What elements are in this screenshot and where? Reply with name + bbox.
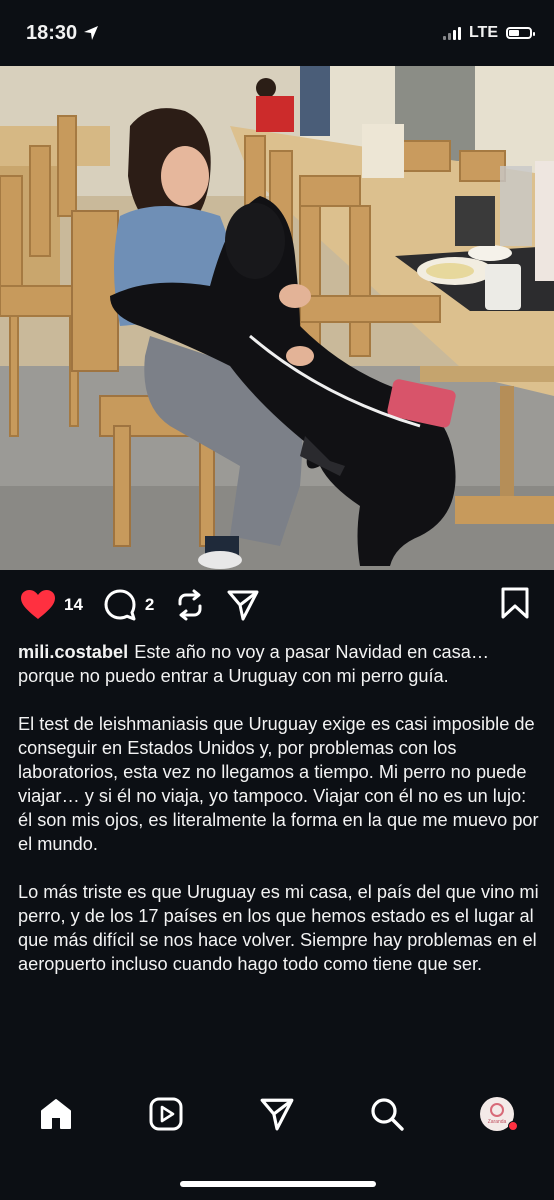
username-link[interactable]: mili.costabel — [18, 642, 128, 662]
send-icon[interactable] — [226, 588, 260, 622]
clock: 18:30 — [26, 22, 99, 45]
send-icon[interactable] — [259, 1096, 295, 1132]
caption-paragraph: mili.costabel Este año no voy a pasar Nav… — [18, 640, 540, 688]
home-indicator — [180, 1181, 376, 1187]
notification-dot — [508, 1121, 518, 1131]
comment-action: 2 — [103, 588, 154, 622]
signal-bars-icon — [442, 26, 461, 40]
caption-paragraph: Lo más triste es que Uruguay es mi casa,… — [18, 882, 539, 974]
repost-icon[interactable] — [174, 589, 206, 621]
location-arrow-icon — [84, 26, 99, 40]
like-count[interactable]: 14 — [64, 595, 83, 615]
like-action: 14 — [20, 589, 83, 621]
bookmark-icon[interactable] — [500, 586, 530, 620]
repost-action — [174, 589, 206, 621]
nav-messages[interactable] — [258, 1095, 296, 1133]
battery-icon — [506, 27, 535, 39]
status-indicators: LTE — [442, 24, 535, 42]
post-caption: mili.costabel Este año no voy a pasar Nav… — [18, 640, 540, 1000]
post-photo[interactable] — [0, 66, 554, 570]
post-photo-illustration — [0, 66, 554, 570]
nav-profile[interactable]: Zaranda — [478, 1095, 518, 1133]
nav-reels[interactable] — [147, 1095, 185, 1133]
search-icon[interactable] — [369, 1096, 405, 1132]
nav-search[interactable] — [368, 1095, 406, 1133]
avatar-text: Zaranda — [487, 1119, 507, 1125]
home-icon[interactable] — [38, 1096, 74, 1132]
reels-icon[interactable] — [148, 1096, 184, 1132]
caption-paragraph: El test de leishmaniasis que Uruguay exi… — [18, 714, 539, 854]
nav-home[interactable] — [37, 1095, 75, 1133]
time-text: 18:30 — [26, 21, 78, 44]
save-action — [500, 586, 530, 625]
network-label: LTE — [468, 24, 498, 41]
post-actions: 14 2 — [0, 580, 554, 630]
share-action — [226, 588, 260, 622]
heart-filled-icon[interactable] — [20, 589, 56, 621]
comment-count[interactable]: 2 — [145, 595, 154, 615]
bottom-nav: Zaranda — [0, 1076, 554, 1152]
comment-bubble-icon[interactable] — [103, 588, 137, 622]
status-bar: 18:30 LTE — [0, 0, 554, 66]
